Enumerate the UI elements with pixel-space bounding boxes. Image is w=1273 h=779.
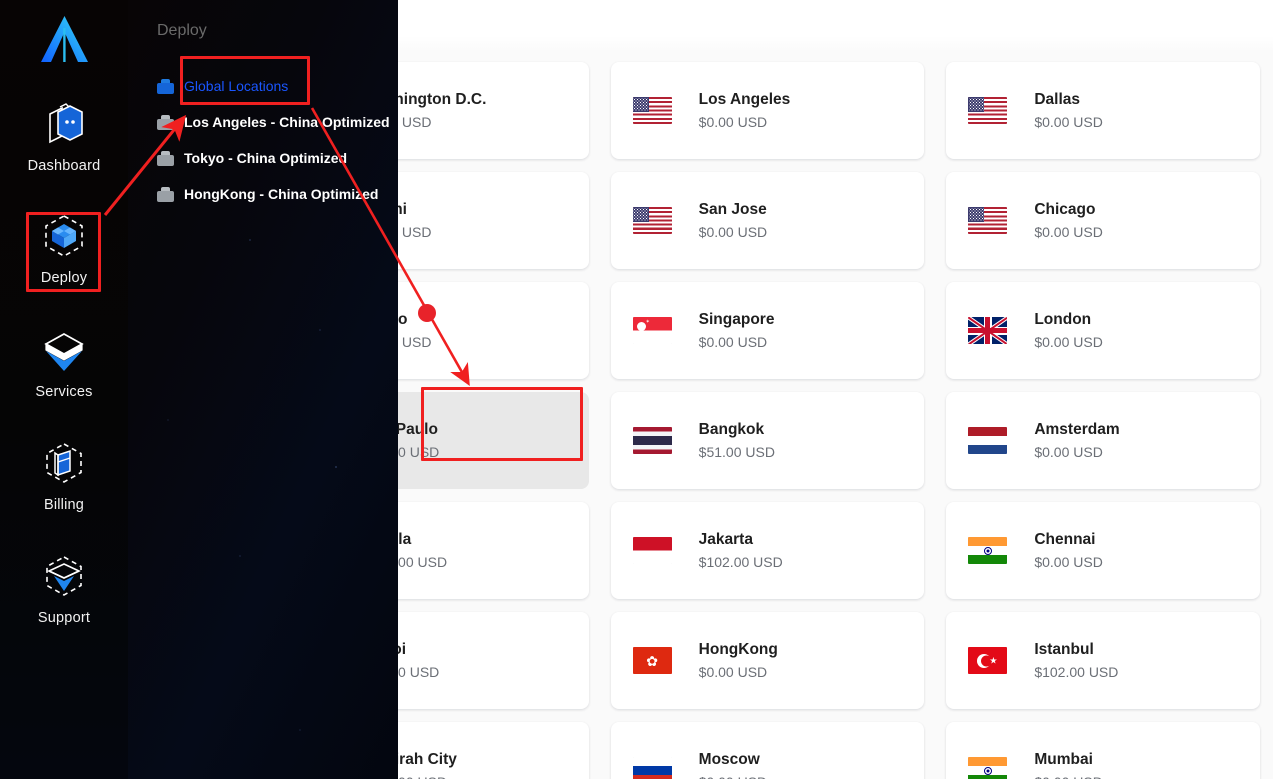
flag-united-states-icon bbox=[632, 207, 672, 234]
location-price: $0.00 USD bbox=[1034, 444, 1103, 461]
flag-india-icon bbox=[968, 537, 1008, 564]
location-price: $0.00 USD bbox=[1034, 114, 1103, 131]
location-price: $0.00 USD bbox=[1034, 775, 1102, 779]
location-card[interactable]: Dallas $0.00 USD bbox=[946, 62, 1260, 159]
location-city-name: HongKong bbox=[698, 640, 778, 658]
location-card[interactable]: Chennai $0.00 USD bbox=[946, 502, 1260, 599]
drawer-item-tokyo-china-optimized[interactable]: Tokyo - China Optimized bbox=[157, 150, 347, 166]
flag-united-kingdom-icon bbox=[968, 317, 1008, 344]
location-city-name: Dallas bbox=[1034, 90, 1080, 108]
location-price: $0.00 USD bbox=[1034, 334, 1103, 351]
dashboard-icon bbox=[36, 98, 92, 154]
location-card[interactable]: London $0.00 USD bbox=[946, 282, 1260, 379]
drawer-item-los-angeles-china-optimized[interactable]: Los Angeles - China Optimized bbox=[157, 114, 390, 130]
location-city-name: Singapore bbox=[698, 310, 775, 328]
flag-turkey-icon: ★ bbox=[968, 647, 1008, 674]
location-card[interactable]: HongKong $0.00 USD bbox=[610, 612, 925, 709]
flag-russia-icon bbox=[632, 757, 672, 779]
drawer-item-global-locations[interactable]: Global Locations bbox=[157, 78, 288, 94]
location-price: $0.00 USD bbox=[1034, 224, 1103, 241]
location-city-name: Chennai bbox=[1034, 530, 1096, 548]
location-city-name: Los Angeles bbox=[698, 90, 791, 108]
logo-icon[interactable] bbox=[36, 14, 93, 64]
folder-icon bbox=[157, 114, 174, 130]
sidebar-item-billing[interactable]: Billing bbox=[0, 437, 128, 513]
sidebar-item-label: Billing bbox=[43, 497, 85, 513]
flag-india-icon bbox=[968, 757, 1008, 779]
location-city-name: Moscow bbox=[698, 750, 760, 768]
sidebar-item-support[interactable]: Support bbox=[0, 550, 128, 626]
navigation-overlay: Dashboard Deploy Services Billing Suppor… bbox=[0, 0, 398, 779]
location-card[interactable]: Los Angeles $0.00 USD bbox=[610, 62, 925, 159]
location-city-name: Chicago bbox=[1034, 200, 1096, 218]
location-price: $0.00 USD bbox=[699, 775, 767, 779]
location-card[interactable]: Amsterdam $0.00 USD bbox=[946, 392, 1260, 489]
location-price: $0.00 USD bbox=[698, 224, 768, 241]
location-card[interactable]: Chicago $0.00 USD bbox=[946, 172, 1260, 269]
billing-card-icon bbox=[36, 437, 92, 493]
location-card[interactable]: Singapore $0.00 USD bbox=[610, 282, 925, 379]
location-card[interactable]: Jakarta $102.00 USD bbox=[610, 502, 925, 599]
location-price: $102.00 USD bbox=[698, 554, 783, 571]
drawer-item-label: HongKong - China Optimized bbox=[184, 186, 379, 202]
location-price: $0.00 USD bbox=[698, 334, 768, 351]
screenshot-root: ...Location Washington D.C.$0.00 USDLos … bbox=[0, 0, 1273, 779]
location-city-name: London bbox=[1034, 310, 1092, 328]
location-city-name: Amsterdam bbox=[1034, 420, 1120, 438]
sidebar-item-label: Services bbox=[35, 384, 93, 400]
flag-thailand-icon bbox=[632, 427, 672, 454]
flag-united-states-icon bbox=[968, 97, 1008, 124]
location-price: $0.00 USD bbox=[1034, 554, 1103, 571]
location-card[interactable]: San Jose $0.00 USD bbox=[610, 172, 925, 269]
sidebar-item-dashboard[interactable]: Dashboard bbox=[0, 98, 128, 174]
location-city-name: Istanbul bbox=[1034, 640, 1094, 658]
sidebar-item-deploy[interactable]: Deploy bbox=[0, 210, 128, 286]
location-city-name: San Jose bbox=[698, 200, 767, 218]
location-price: $51.00 USD bbox=[698, 444, 775, 461]
location-card[interactable]: Bangkok $51.00 USD bbox=[610, 392, 925, 489]
drawer-item-label: Tokyo - China Optimized bbox=[184, 150, 348, 166]
folder-icon bbox=[157, 186, 174, 202]
location-city-name: Jakarta bbox=[698, 530, 753, 548]
location-card[interactable]: Mumbai $0.00 USD bbox=[946, 722, 1260, 779]
folder-icon bbox=[157, 150, 174, 166]
drawer-item-hongkong-china-optimized[interactable]: HongKong - China Optimized bbox=[157, 186, 378, 202]
flag-indonesia-icon bbox=[632, 537, 672, 564]
flag-hong-kong-icon bbox=[632, 647, 672, 674]
location-city-name: Mumbai bbox=[1034, 750, 1093, 768]
sidebar-item-label: Support bbox=[37, 610, 91, 626]
support-icon bbox=[36, 550, 92, 606]
flag-united-states-icon bbox=[632, 97, 672, 124]
flag-united-states-icon bbox=[968, 207, 1008, 234]
folder-icon bbox=[157, 78, 174, 94]
location-price: $0.00 USD bbox=[698, 664, 768, 681]
sidebar-item-label: Deploy bbox=[40, 270, 88, 286]
location-card[interactable]: ★ Istanbul $102.00 USD bbox=[946, 612, 1260, 709]
sidebar-item-services[interactable]: Services bbox=[0, 324, 128, 400]
locations-grid: Washington D.C.$0.00 USDLos Angeles$0.00… bbox=[262, 52, 1273, 779]
flag-netherlands-icon bbox=[968, 427, 1008, 454]
drawer-item-label: Global Locations bbox=[184, 78, 289, 94]
location-price: $102.00 USD bbox=[1034, 664, 1119, 681]
flag-singapore-icon bbox=[632, 317, 672, 344]
deploy-cube-icon bbox=[36, 210, 92, 266]
location-price: $0.00 USD bbox=[698, 114, 768, 131]
location-card[interactable]: Moscow $0.00 USD bbox=[610, 722, 925, 779]
drawer-item-label: Los Angeles - China Optimized bbox=[184, 114, 390, 130]
location-city-name: Bangkok bbox=[698, 420, 765, 438]
drawer-section-title: Deploy bbox=[157, 22, 207, 39]
sidebar-item-label: Dashboard bbox=[27, 158, 101, 174]
services-layers-icon bbox=[36, 324, 92, 380]
